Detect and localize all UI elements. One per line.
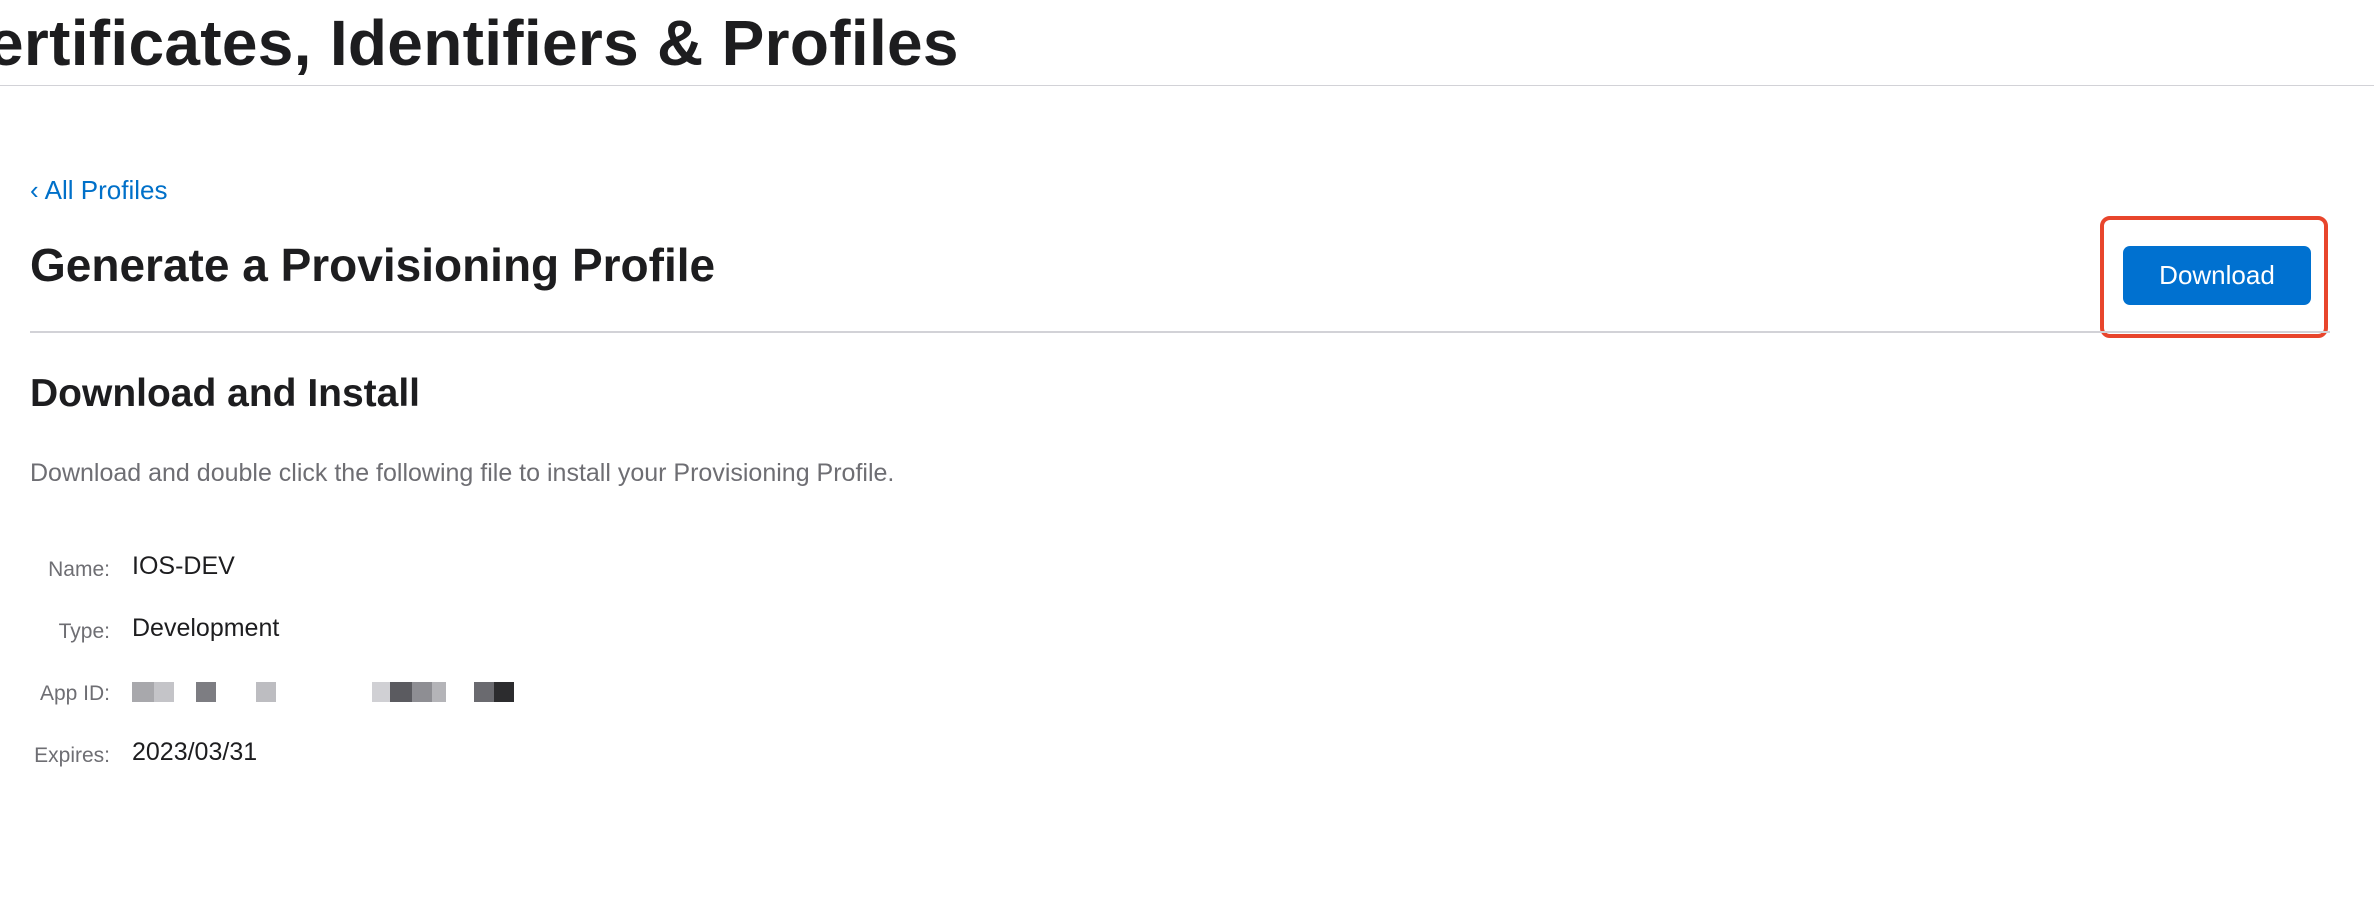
redaction-block — [474, 682, 494, 702]
expires-value: 2023/03/31 — [132, 738, 258, 766]
detail-row-app-id: App ID: — [0, 674, 700, 710]
page-title: Generate a Provisioning Profile — [30, 239, 716, 291]
detail-row-name: Name: IOS-DEV — [0, 550, 700, 586]
name-label: Name: — [48, 558, 110, 581]
name-value: IOS-DEV — [132, 552, 235, 580]
section-title: Download and Install — [30, 372, 421, 415]
redaction-block — [432, 682, 446, 702]
download-button[interactable]: Download — [2123, 246, 2311, 305]
type-value: Development — [132, 614, 280, 642]
app-id-value-redacted — [132, 682, 514, 706]
expires-label: Expires: — [34, 744, 110, 767]
redaction-block — [412, 682, 432, 702]
detail-row-type: Type: Development — [0, 612, 700, 648]
site-title: ertificates, Identifiers & Profiles — [0, 7, 959, 79]
site-header: ertificates, Identifiers & Profiles — [0, 0, 2374, 86]
redaction-block — [390, 682, 412, 702]
back-to-all-profiles-link[interactable]: ‹ All Profiles — [30, 175, 168, 206]
app-id-label: App ID: — [39, 682, 110, 705]
type-label: Type: — [58, 620, 110, 643]
section-description: Download and double click the following … — [30, 459, 895, 487]
redaction-block — [372, 682, 390, 702]
chevron-left-icon: ‹ — [30, 175, 39, 205]
redaction-block — [154, 682, 174, 702]
redaction-block — [132, 682, 154, 702]
redaction-block — [256, 682, 276, 702]
redaction-block — [494, 682, 514, 702]
title-divider — [30, 331, 2330, 333]
back-link-label: All Profiles — [44, 175, 168, 205]
detail-row-expires: Expires: 2023/03/31 — [0, 736, 700, 772]
redaction-block — [196, 682, 216, 702]
